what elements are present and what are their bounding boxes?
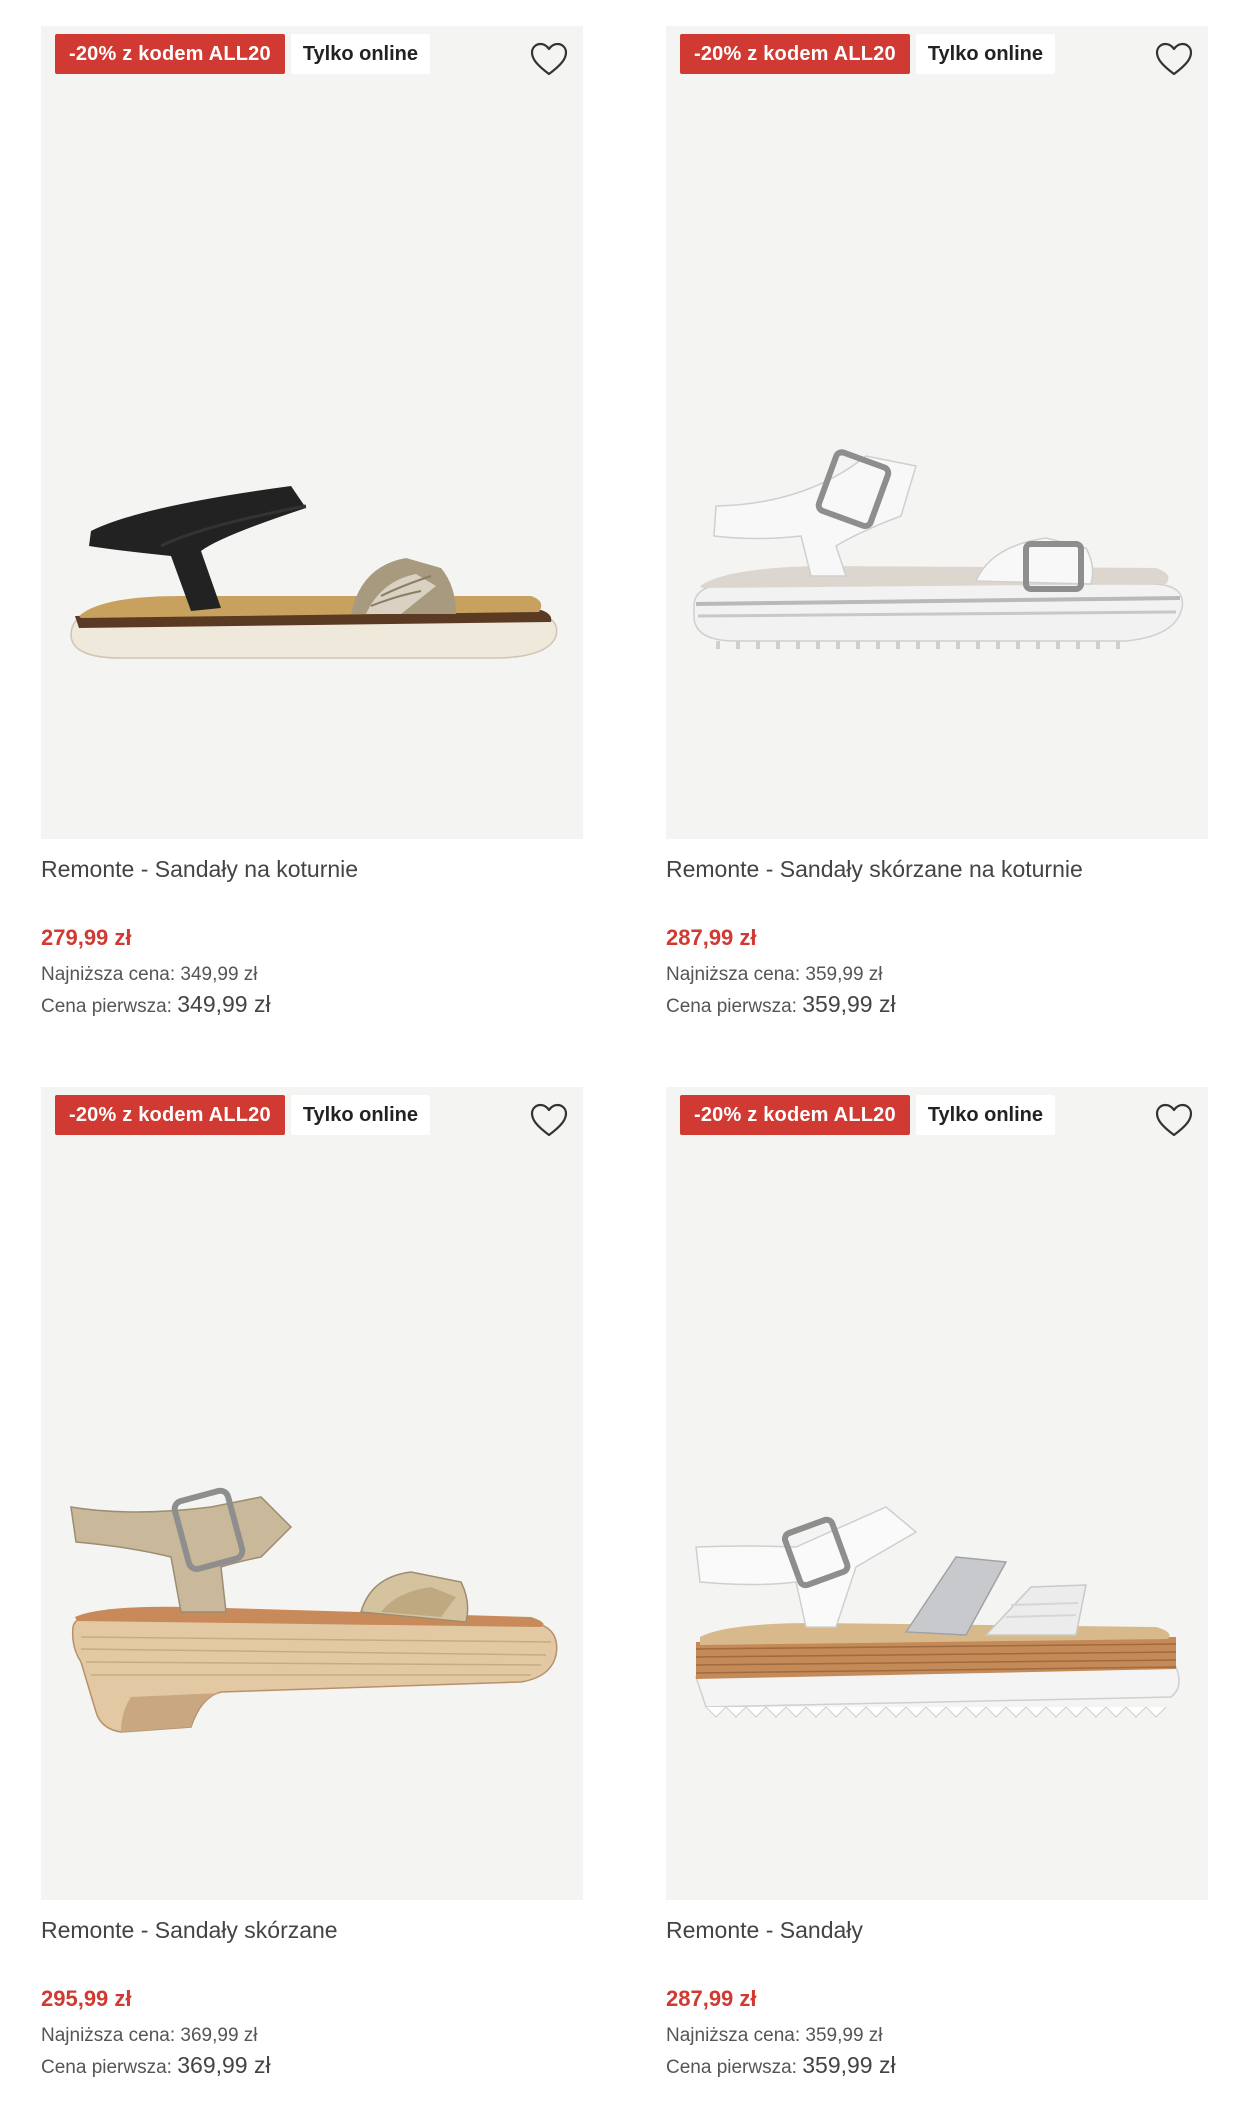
product-card[interactable]: -20% z kodem ALL20 Tylko online Remonte … <box>666 1087 1208 2083</box>
promo-badge: -20% z kodem ALL20 <box>55 34 285 74</box>
product-image-area[interactable]: -20% z kodem ALL20 Tylko online <box>41 1087 583 1900</box>
product-photo <box>694 1506 1180 1718</box>
product-title[interactable]: Remonte - Sandały na koturnie <box>41 853 583 885</box>
first-price-label: Cena pierwsza: <box>41 996 172 1017</box>
product-card[interactable]: -20% z kodem ALL20 Tylko online Remonte … <box>666 26 1208 1022</box>
promo-badge: -20% z kodem ALL20 <box>680 1095 910 1135</box>
first-price-label: Cena pierwsza: <box>666 996 797 1017</box>
heart-icon[interactable] <box>1154 40 1194 80</box>
lowest-price-label: Najniższa cena: <box>41 2025 176 2046</box>
product-card[interactable]: -20% z kodem ALL20 Tylko online Remonte … <box>41 26 583 1022</box>
promo-badge: -20% z kodem ALL20 <box>680 34 910 74</box>
lowest-price-row: Najniższa cena: 369,99 zł <box>41 2022 583 2050</box>
first-price-value: 349,99 zł <box>177 991 271 1017</box>
promo-badge: -20% z kodem ALL20 <box>55 1095 285 1135</box>
badges: -20% z kodem ALL20 Tylko online <box>55 34 431 74</box>
first-price-row: Cena pierwsza: 359,99 zł <box>666 2050 1208 2083</box>
online-only-badge: Tylko online <box>290 1095 431 1135</box>
online-only-badge: Tylko online <box>290 34 431 74</box>
heart-icon[interactable] <box>529 1101 569 1141</box>
first-price-value: 359,99 zł <box>802 2052 896 2078</box>
badges: -20% z kodem ALL20 Tylko online <box>55 1095 431 1135</box>
heart-icon[interactable] <box>1154 1101 1194 1141</box>
badges: -20% z kodem ALL20 Tylko online <box>680 1095 1056 1135</box>
product-image-area[interactable]: -20% z kodem ALL20 Tylko online <box>666 1087 1208 1900</box>
online-only-badge: Tylko online <box>915 1095 1056 1135</box>
lowest-price-value: 359,99 zł <box>805 964 883 985</box>
first-price-value: 359,99 zł <box>802 991 896 1017</box>
lowest-price-label: Najniższa cena: <box>666 964 801 985</box>
badges: -20% z kodem ALL20 Tylko online <box>680 34 1056 74</box>
product-title[interactable]: Remonte - Sandały <box>666 1914 1208 1946</box>
lowest-price-row: Najniższa cena: 349,99 zł <box>41 961 583 989</box>
product-price: 295,99 zł <box>41 1986 132 2011</box>
first-price-row: Cena pierwsza: 359,99 zł <box>666 989 1208 1022</box>
product-title[interactable]: Remonte - Sandały skórzane na koturnie <box>666 853 1208 885</box>
product-photo <box>70 486 558 659</box>
product-price: 287,99 zł <box>666 925 757 950</box>
product-card[interactable]: -20% z kodem ALL20 Tylko online Remonte … <box>41 1087 583 2083</box>
lowest-price-value: 359,99 zł <box>805 2025 883 2046</box>
product-photo <box>70 1487 558 1733</box>
lowest-price-label: Najniższa cena: <box>41 964 176 985</box>
lowest-price-row: Najniższa cena: 359,99 zł <box>666 961 1208 989</box>
product-image-area[interactable]: -20% z kodem ALL20 Tylko online <box>666 26 1208 839</box>
lowest-price-label: Najniższa cena: <box>666 2025 801 2046</box>
product-photo <box>693 449 1184 649</box>
first-price-row: Cena pierwsza: 349,99 zł <box>41 989 583 1022</box>
first-price-label: Cena pierwsza: <box>41 2057 172 2078</box>
lowest-price-row: Najniższa cena: 359,99 zł <box>666 2022 1208 2050</box>
lowest-price-value: 349,99 zł <box>180 964 258 985</box>
first-price-value: 369,99 zł <box>177 2052 271 2078</box>
product-image-area[interactable]: -20% z kodem ALL20 Tylko online <box>41 26 583 839</box>
product-price: 279,99 zł <box>41 925 132 950</box>
product-title[interactable]: Remonte - Sandały skórzane <box>41 1914 583 1946</box>
product-price: 287,99 zł <box>666 1986 757 2011</box>
first-price-label: Cena pierwsza: <box>666 2057 797 2078</box>
lowest-price-value: 369,99 zł <box>180 2025 258 2046</box>
online-only-badge: Tylko online <box>915 34 1056 74</box>
heart-icon[interactable] <box>529 40 569 80</box>
first-price-row: Cena pierwsza: 369,99 zł <box>41 2050 583 2083</box>
